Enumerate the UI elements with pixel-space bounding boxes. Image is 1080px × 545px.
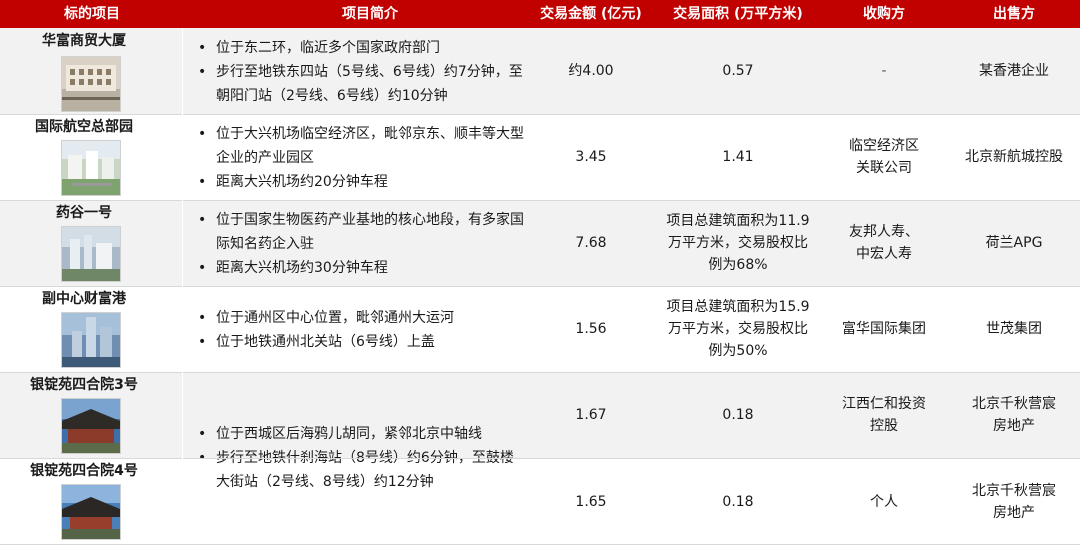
amount-value: 7.68 — [575, 235, 607, 251]
amount-value: 1.67 — [575, 407, 607, 423]
project-name: 药谷一号 — [56, 205, 112, 221]
row-divider — [0, 286, 1080, 287]
project-name: 华富商贸大厦 — [42, 33, 126, 49]
intro-bullet: • 距离大兴机场约20分钟车程 — [198, 174, 388, 190]
header-buyer: 收购方 — [863, 6, 905, 22]
area-value: 0.18 — [722, 407, 754, 423]
buyer-value: 江西仁和投资 控股 — [842, 396, 926, 434]
area-value: 0.57 — [722, 63, 754, 79]
project-name: 银锭苑四合院3号 — [30, 377, 138, 393]
seller-value: 荷兰APG — [985, 235, 1043, 251]
column-separator — [182, 28, 183, 544]
buyer-value: 友邦人寿、 中宏人寿 — [849, 224, 919, 262]
table-row: 药谷一号 • 位于国家生物医药产业基地的核心地段，有多家国际知名药企入驻 • 距离大… — [0, 200, 1080, 286]
row-divider — [0, 458, 1080, 459]
intro-bullet: • 位于通州区中心位置，毗邻通州大运河 — [198, 310, 454, 326]
project-photo — [61, 484, 121, 540]
header-amount: 交易金额 (亿元) — [540, 6, 642, 22]
row-divider — [0, 372, 1080, 373]
area-value: 项目总建筑面积为11.9 万平方米，交易股权比 例为68% — [666, 213, 810, 273]
amount-value: 约4.00 — [568, 63, 614, 79]
area-value: 1.41 — [722, 149, 754, 165]
area-value: 0.18 — [722, 493, 754, 510]
table-row: 银锭苑四合院4号 1.65 0.18 个人 北京千秋营宸 房地产 — [0, 458, 1080, 545]
seller-value: 某香港企业 — [979, 63, 1049, 79]
seller-value: 北京千秋营宸 房地产 — [972, 396, 1056, 434]
table-row: 华富商贸大厦 • 位于东二环，临近多个国家政府部门 • 步行至地铁东四站（5号线、6… — [0, 28, 1080, 114]
project-intro: • 位于国家生物医药产业基地的核心地段，有多家国际知名药企入驻 • 距离大兴机场约3… — [196, 208, 526, 280]
intro-bullet: • 位于大兴机场临空经济区，毗邻京东、顺丰等大型企业的产业园区 — [198, 126, 524, 166]
project-photo — [61, 312, 121, 368]
area-value: 项目总建筑面积为15.9 万平方米，交易股权比 例为50% — [666, 299, 810, 359]
project-name: 银锭苑四合院4号 — [30, 463, 138, 479]
header-intro: 项目简介 — [342, 6, 398, 22]
intro-bullet: • 步行至地铁东四站（5号线、6号线）约7分钟，至朝阳门站（2号线、6号线）约10… — [198, 64, 523, 104]
project-photo — [61, 140, 121, 196]
buyer-value: 个人 — [870, 493, 898, 510]
intro-bullet: • 步行至地铁什刹海站（8号线）约6分钟，至鼓楼大街站（2号线、8号线）约12分钟 — [198, 450, 514, 490]
amount-value: 3.45 — [575, 149, 607, 165]
row-divider — [0, 200, 1080, 201]
buyer-value: 富华国际集团 — [842, 321, 926, 337]
table-header: 标的项目 项目简介 交易金额 (亿元) 交易面积 (万平方米) 收购方 出售方 — [0, 0, 1080, 28]
project-intro: • 位于通州区中心位置，毗邻通州大运河 • 位于地铁通州北关站（6号线）上盖 — [196, 306, 526, 354]
project-intro: • 位于东二环，临近多个国家政府部门 • 步行至地铁东四站（5号线、6号线）约7分钟… — [196, 36, 526, 108]
table-row: 副中心财富港 • 位于通州区中心位置，毗邻通州大运河 • 位于地铁通州北关站（6号线… — [0, 286, 1080, 372]
seller-value: 世茂集团 — [986, 321, 1042, 337]
project-photo — [61, 56, 121, 112]
row-divider — [0, 114, 1080, 115]
intro-bullet: • 位于东二环，临近多个国家政府部门 — [198, 40, 440, 56]
amount-value: 1.65 — [575, 493, 607, 510]
header-project: 标的项目 — [64, 6, 120, 22]
amount-value: 1.56 — [575, 321, 607, 337]
project-name: 副中心财富港 — [42, 291, 126, 307]
intro-bullet: • 位于地铁通州北关站（6号线）上盖 — [198, 334, 435, 350]
header-seller: 出售方 — [993, 6, 1035, 22]
seller-value: 北京新航城控股 — [965, 149, 1063, 165]
project-photo — [61, 226, 121, 282]
header-area: 交易面积 (万平方米) — [673, 6, 803, 22]
buyer-value: 临空经济区 关联公司 — [849, 138, 919, 176]
intro-bullet: • 位于西城区后海鸦儿胡同，紧邻北京中轴线 — [198, 426, 482, 442]
table-row: 国际航空总部园 • 位于大兴机场临空经济区，毗邻京东、顺丰等大型企业的产业园区 •… — [0, 114, 1080, 200]
transaction-table: 标的项目 项目简介 交易金额 (亿元) 交易面积 (万平方米) 收购方 出售方 … — [0, 0, 1080, 545]
buyer-value: - — [881, 63, 887, 79]
seller-value: 北京千秋营宸 房地产 — [972, 482, 1056, 521]
intro-bullet: • 位于国家生物医药产业基地的核心地段，有多家国际知名药企入驻 — [198, 212, 524, 252]
project-intro: • 位于大兴机场临空经济区，毗邻京东、顺丰等大型企业的产业园区 • 距离大兴机场约2… — [196, 122, 526, 194]
table-row: 银锭苑四合院3号 1.67 0.18 江西仁和投资 控股 北京千秋营宸 房地产 — [0, 372, 1080, 458]
project-photo — [61, 398, 121, 454]
project-name: 国际航空总部园 — [35, 119, 133, 135]
intro-bullet: • 距离大兴机场约30分钟车程 — [198, 260, 388, 276]
